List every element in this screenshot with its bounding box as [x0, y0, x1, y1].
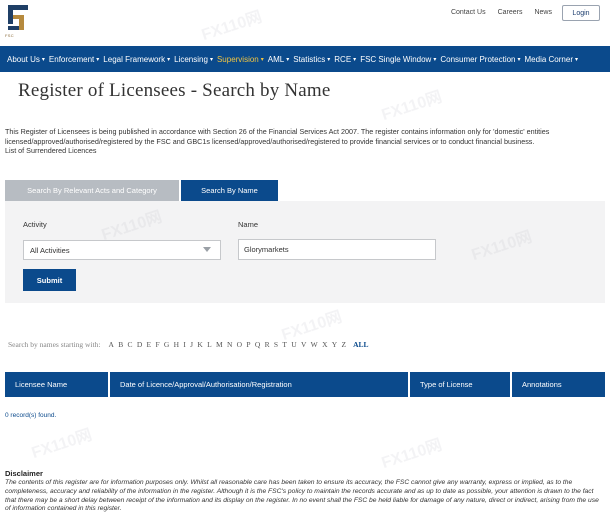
logo-text: FSC [5, 33, 14, 38]
top-header: FSC Contact Us Careers News Login [0, 0, 610, 44]
chevron-down-icon: ▾ [286, 56, 290, 63]
nav-item-label: Enforcement [48, 54, 95, 64]
alphabet-letter-e[interactable]: E [147, 340, 152, 349]
alphabet-letter-i[interactable]: I [183, 340, 186, 349]
chevron-down-icon: ▾ [353, 56, 357, 63]
chevron-down-icon: ▾ [574, 56, 578, 63]
column-header-license-type[interactable]: Type of License [410, 372, 510, 397]
alphabet-letter-d[interactable]: D [137, 340, 142, 349]
chevron-down-icon: ▾ [433, 56, 437, 63]
alphabet-letter-j[interactable]: J [190, 340, 193, 349]
disclaimer-title: Disclaimer [5, 469, 43, 478]
intro-paragraph: This Register of Licensees is being publ… [5, 127, 550, 146]
nav-item-label: AML [267, 54, 285, 64]
alphabet-letter-u[interactable]: U [291, 340, 296, 349]
column-header-annotations[interactable]: Annotations [512, 372, 605, 397]
nav-item-aml[interactable]: AML ▾ [268, 55, 290, 64]
name-input[interactable] [238, 239, 436, 260]
nav-item-label: FSC Single Window [360, 54, 432, 64]
nav-item-legal-framework[interactable]: Legal Framework ▾ [103, 55, 171, 64]
nav-item-media-corner[interactable]: Media Corner ▾ [525, 55, 579, 64]
nav-item-label: Statistics [293, 54, 326, 64]
alphabet-letter-z[interactable]: Z [342, 340, 347, 349]
chevron-down-icon: ▾ [517, 56, 521, 63]
alphabet-prefix: Search by names starting with: [8, 340, 101, 349]
nav-item-label: About Us [7, 54, 40, 64]
column-header-licensee-name[interactable]: Licensee Name [5, 372, 108, 397]
surrendered-licences-link[interactable]: List of Surrendered Licences [5, 146, 605, 156]
alphabet-letter-o[interactable]: O [237, 340, 242, 349]
alphabet-letter-l[interactable]: L [207, 340, 212, 349]
alphabet-letter-v[interactable]: V [301, 340, 306, 349]
main-navigation: About Us ▾ Enforcement ▾ Legal Framework ▾ Lic… [0, 46, 610, 72]
alphabet-filter: Search by names starting with: ABCDEFGHI… [8, 340, 369, 349]
alphabet-letter-h[interactable]: H [174, 340, 179, 349]
alphabet-letter-q[interactable]: Q [255, 340, 260, 349]
activity-label: Activity [23, 220, 47, 229]
alphabet-letter-t[interactable]: T [282, 340, 287, 349]
nav-item-licensing[interactable]: Licensing ▾ [174, 55, 214, 64]
nav-item-statistics[interactable]: Statistics ▾ [293, 55, 331, 64]
name-label: Name [238, 220, 259, 229]
alphabet-letter-s[interactable]: S [274, 340, 278, 349]
nav-item-fsc-single-window[interactable]: FSC Single Window ▾ [360, 55, 437, 64]
disclaimer-text: The contents of this register are for in… [5, 479, 599, 513]
activity-select[interactable]: All Activities [23, 240, 221, 260]
nav-item-label: RCE [334, 54, 352, 64]
alphabet-letter-c[interactable]: C [128, 340, 133, 349]
nav-item-about-us[interactable]: About Us ▾ [7, 55, 46, 64]
chevron-down-icon: ▾ [41, 56, 45, 63]
tab-search-by-name[interactable]: Search By Name [181, 180, 278, 201]
watermark: FX110网 [379, 436, 445, 473]
alphabet-all-link[interactable]: ALL [353, 340, 368, 349]
records-count: 0 record(s) found. [5, 412, 57, 419]
careers-link[interactable]: Careers [498, 9, 523, 16]
submit-button[interactable]: Submit [23, 269, 76, 291]
alphabet-letter-y[interactable]: Y [332, 340, 337, 349]
login-button[interactable]: Login [562, 5, 600, 21]
nav-item-consumer-protection[interactable]: Consumer Protection ▾ [440, 55, 521, 64]
alphabet-letters: ABCDEFGHIJKLMNOPQRSTUVWXYZ [108, 340, 346, 349]
results-table-header: Licensee Name Date of Licence/Approval/A… [5, 372, 605, 397]
nav-item-enforcement[interactable]: Enforcement ▾ [49, 55, 100, 64]
alphabet-letter-x[interactable]: X [322, 340, 327, 349]
watermark: FX110网 [29, 426, 95, 463]
alphabet-letter-a[interactable]: A [108, 340, 113, 349]
chevron-down-icon [203, 247, 211, 252]
watermark: FX110网 [379, 88, 445, 125]
nav-item-supervision[interactable]: Supervision ▾ [217, 55, 265, 64]
activity-select-value: All Activities [30, 245, 70, 255]
news-link[interactable]: News [534, 9, 552, 16]
nav-item-label: Legal Framework [103, 54, 166, 64]
nav-item-rce[interactable]: RCE ▾ [334, 55, 357, 64]
intro-text: This Register of Licensees is being publ… [5, 127, 605, 156]
alphabet-letter-m[interactable]: M [216, 340, 223, 349]
alphabet-letter-p[interactable]: P [246, 340, 250, 349]
alphabet-letter-n[interactable]: N [227, 340, 232, 349]
column-header-date[interactable]: Date of Licence/Approval/Authorisation/R… [110, 372, 408, 397]
alphabet-letter-w[interactable]: W [311, 340, 318, 349]
search-tabs: Search By Relevant Acts and Category Sea… [5, 180, 278, 201]
chevron-down-icon: ▾ [327, 56, 331, 63]
search-panel: Activity All Activities Name Submit [5, 201, 605, 303]
chevron-down-icon: ▾ [260, 56, 264, 63]
chevron-down-icon: ▾ [209, 56, 213, 63]
nav-item-label: Media Corner [524, 54, 573, 64]
chevron-down-icon: ▾ [96, 56, 100, 63]
alphabet-letter-f[interactable]: F [155, 340, 159, 349]
alphabet-letter-b[interactable]: B [118, 340, 123, 349]
tab-relevant-acts[interactable]: Search By Relevant Acts and Category [5, 180, 179, 201]
nav-item-label: Supervision [216, 54, 259, 64]
nav-item-label: Consumer Protection [440, 54, 516, 64]
alphabet-letter-k[interactable]: K [197, 340, 202, 349]
chevron-down-icon: ▾ [167, 56, 171, 63]
watermark: FX110网 [279, 308, 345, 345]
page-title: Register of Licensees - Search by Name [18, 80, 331, 101]
contact-us-link[interactable]: Contact Us [451, 9, 486, 16]
nav-item-label: Licensing [174, 54, 208, 64]
alphabet-letter-r[interactable]: R [265, 340, 270, 349]
top-links: Contact Us Careers News [451, 9, 552, 16]
alphabet-letter-g[interactable]: G [164, 340, 169, 349]
